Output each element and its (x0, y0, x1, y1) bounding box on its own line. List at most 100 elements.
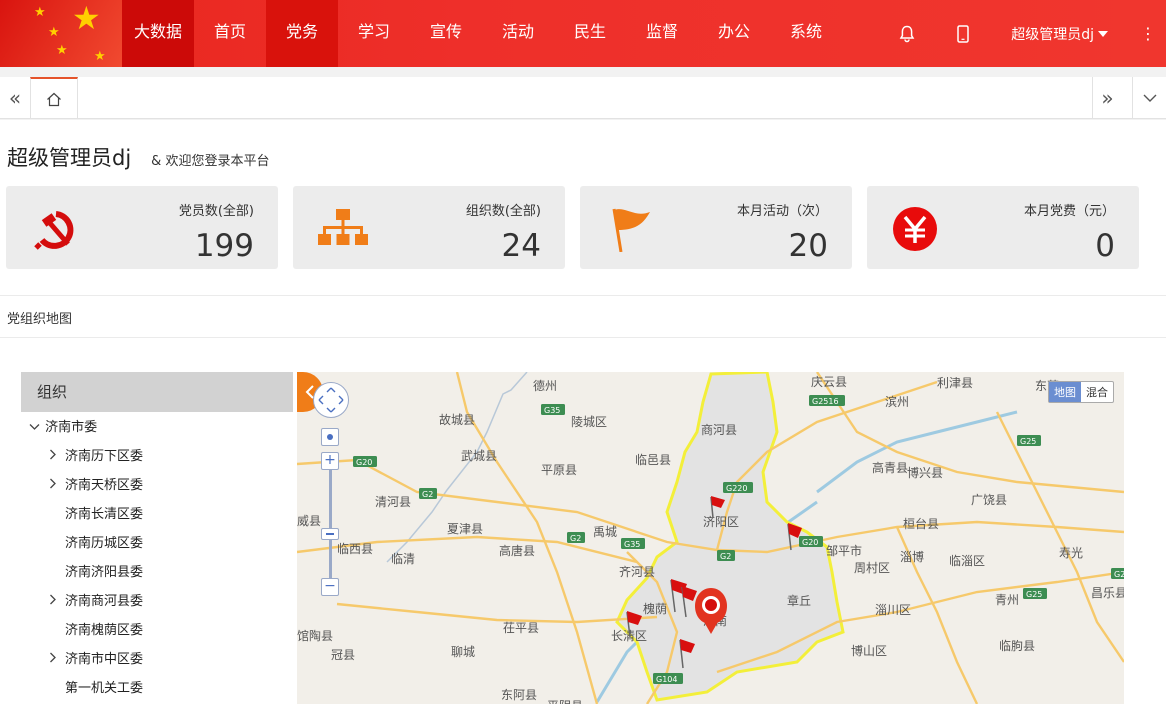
chevron-down-icon[interactable] (29, 413, 41, 442)
tree-node[interactable]: 济南天桥区委 (21, 471, 293, 500)
map-place-label: 平阴县 (547, 699, 583, 704)
map-place-label: 临朐县 (999, 638, 1035, 653)
tree-node[interactable]: 济南商河县委 (21, 587, 293, 616)
top-navbar: ★ ★ ★ ★ ★ 大数据 首页 党务 学习 宣传 活动 民生 监督 办公 系统… (0, 0, 1166, 67)
road-shield: G2 (419, 488, 437, 499)
tree-node[interactable]: 济南市中区委 (21, 645, 293, 674)
org-tree: 组织 济南市委 济南历下区委 济南天桥区委 济南长清区委 济南历城区委 济南济阳县委 济南… (21, 372, 293, 704)
map-place-label: 威县 (297, 514, 321, 528)
locate-dot-icon (327, 434, 333, 440)
map-canvas[interactable]: 德州 庆云县 利津县 东营故城县 陵城区商河县滨州武城县 临邑县平原县 高青县博兴县清河县夏… (297, 372, 1124, 704)
flag-icon (612, 208, 650, 252)
stat-label: 本月活动（次） (736, 204, 828, 219)
pan-arrows-icon (318, 387, 344, 413)
road-shield-label: G20 (1114, 570, 1124, 579)
chevron-right-icon[interactable] (49, 587, 61, 616)
map-place-label: 桓台县 (903, 516, 939, 531)
stat-label: 组织数(全部) (465, 204, 541, 219)
chevron-right-icon[interactable] (49, 442, 61, 471)
map-type-map-button[interactable]: 地图 (1049, 382, 1081, 402)
tree-node[interactable]: 济南历下区委 (21, 442, 293, 471)
map-place-label: 禹城 (593, 525, 617, 539)
tab-home[interactable] (30, 77, 78, 119)
tree-node-label: 济南市中区委 (65, 652, 144, 667)
stat-value: 20 (788, 228, 828, 264)
nav-bigdata[interactable]: 大数据 (122, 0, 194, 67)
top-right-tools: 超级管理员dj ⋮ (879, 0, 1166, 67)
map-place-label: 武城县 (461, 449, 497, 463)
road-shield-label: G20 (802, 538, 818, 547)
nav-supervision[interactable]: 监督 (626, 0, 698, 67)
road-shield: G25 (1017, 435, 1041, 446)
map-type-switch: 地图 混合 (1048, 381, 1114, 403)
user-menu[interactable]: 超级管理员dj (991, 0, 1130, 67)
tree-node[interactable]: 济南历城区委 (21, 529, 293, 558)
map-place-label: 邹平市 (826, 543, 862, 558)
star-icon: ★ (94, 49, 106, 64)
tree-node[interactable]: 第一机关工委 (21, 674, 293, 703)
chevron-right-icon[interactable] (49, 471, 61, 500)
map-place-label: 昌乐县 (1091, 586, 1124, 600)
road-shield: G104 (653, 673, 683, 684)
map-place-label: 滨州 (885, 394, 909, 409)
bell-icon[interactable] (879, 0, 935, 67)
nav-party-affairs[interactable]: 党务 (266, 0, 338, 67)
chevron-down-icon[interactable] (1132, 77, 1166, 119)
road-shield-label: G2 (720, 552, 731, 561)
road-shield-label: G25 (1020, 437, 1036, 446)
star-icon: ★ (34, 5, 46, 20)
map-place-label: 夏津县 (447, 522, 483, 536)
map-type-hybrid-button[interactable]: 混合 (1081, 382, 1113, 402)
more-vertical-icon[interactable]: ⋮ (1130, 0, 1166, 67)
mobile-icon[interactable] (935, 0, 991, 67)
stat-card-members[interactable]: 党员数(全部) 199 (6, 186, 278, 269)
nav-livelihood[interactable]: 民生 (554, 0, 626, 67)
nav-office[interactable]: 办公 (698, 0, 770, 67)
locate-button[interactable] (321, 428, 339, 446)
road-shield: G35 (621, 538, 645, 549)
road-shield-label: G104 (656, 675, 677, 684)
tree-node[interactable]: 济南长清区委 (21, 500, 293, 529)
map-place-label: 青州 (995, 593, 1019, 607)
map-place-label: 茌平县 (503, 621, 539, 635)
star-icon: ★ (48, 25, 60, 40)
road-shield: G20 (799, 536, 823, 547)
nav-system[interactable]: 系统 (770, 0, 842, 67)
road-shield-label: G2516 (812, 397, 839, 406)
nav-publicity[interactable]: 宣传 (410, 0, 482, 67)
welcome-message: & 欢迎您登录本平台 (151, 154, 270, 169)
scroll-left-double-chevron-icon[interactable]: « (0, 77, 30, 119)
road (336, 602, 658, 624)
stat-card-orgs[interactable]: 组织数(全部) 24 (293, 186, 565, 269)
tree-node-label: 济南长清区委 (65, 507, 144, 522)
scroll-right-double-chevron-icon[interactable]: » (1092, 77, 1122, 119)
zoom-out-icon[interactable]: − (321, 578, 339, 596)
nav-home[interactable]: 首页 (194, 0, 266, 67)
road-shield: G2 (567, 532, 585, 543)
pan-control[interactable] (313, 382, 349, 418)
party-map[interactable]: 德州 庆云县 利津县 东营 故城县 陵城区 商河县 滨州 武城县 临邑县 平原县 高青县 博兴县 清河县夏… (297, 372, 1124, 704)
stat-value: 199 (194, 228, 254, 264)
map-place-label: 齐河县 (619, 564, 655, 579)
caret-down-icon (1098, 30, 1108, 37)
nav-activity[interactable]: 活动 (482, 0, 554, 67)
main-menu: 大数据 首页 党务 学习 宣传 活动 民生 监督 办公 系统 (122, 0, 842, 67)
welcome-header: 超级管理员dj & 欢迎您登录本平台 (7, 142, 269, 172)
flag-banner: ★ ★ ★ ★ ★ (0, 0, 122, 67)
stats-row: 党员数(全部) 199 组织数(全部) 24 本月活动（次） 20 本月党费（元… (6, 186, 1166, 269)
stat-label: 本月党费（元） (1023, 204, 1115, 219)
map-place-label: 馆陶县 (297, 628, 333, 643)
chevron-right-icon[interactable] (49, 645, 61, 674)
tree-node-label: 济南历下区委 (65, 449, 144, 464)
stat-card-dues[interactable]: 本月党费（元） 0 (867, 186, 1139, 269)
tree-node-root[interactable]: 济南市委 (21, 413, 293, 442)
tree-node[interactable]: 济南济阳县委 (21, 558, 293, 587)
road-shield-label: G35 (544, 406, 560, 415)
zoom-slider-handle[interactable] (321, 528, 339, 540)
tree-node[interactable]: 济南槐荫区委 (21, 616, 293, 645)
tree-node-label: 济南槐荫区委 (65, 623, 144, 638)
nav-study[interactable]: 学习 (338, 0, 410, 67)
map-place-label: 陵城区 (571, 415, 607, 429)
zoom-in-icon[interactable]: + (321, 452, 339, 470)
stat-card-activities[interactable]: 本月活动（次） 20 (580, 186, 852, 269)
